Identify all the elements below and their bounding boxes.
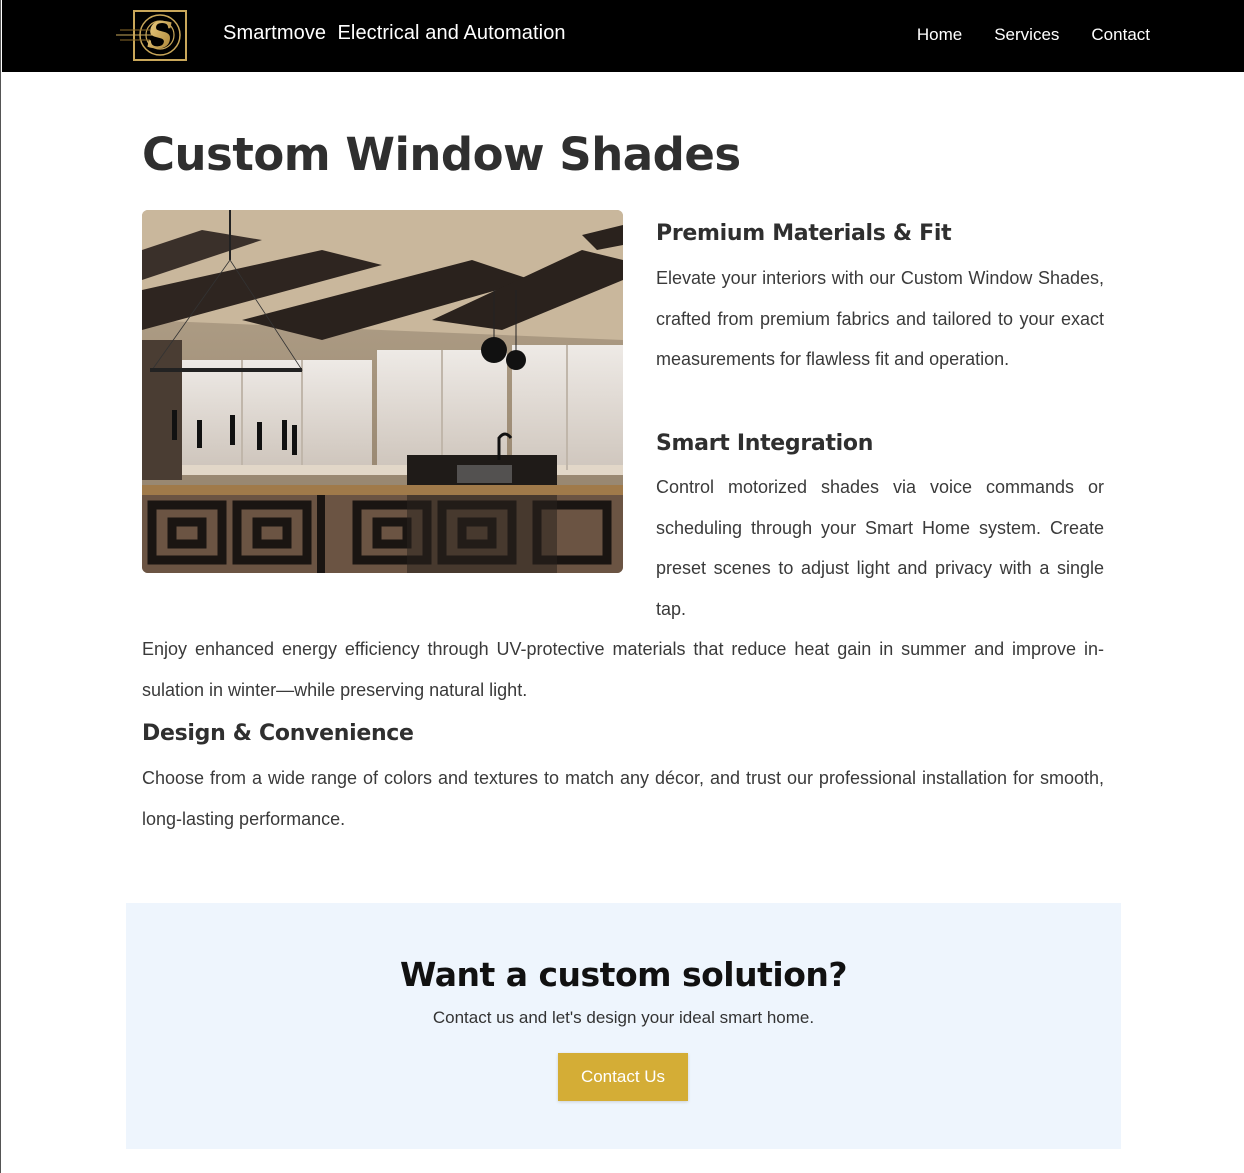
cta-subtitle: Contact us and let's design your ideal s… [432,1008,815,1027]
svg-text:S: S [147,15,173,57]
section-text-smart: Control motorized shades via voice comma… [656,477,1104,619]
section-text-design: Choose from a wide range of colors and t… [142,768,1104,829]
main-nav: Home Services Contact [917,25,1150,45]
nav-home[interactable]: Home [917,25,962,45]
nav-services[interactable]: Services [994,25,1059,45]
contact-us-button[interactable]: Contact Us [558,1053,688,1101]
section-heading-design: Design & Convenience [142,721,414,746]
cta-section: Want a custom solution? Contact us and l… [126,903,1121,1149]
energy-text: Enjoy enhanced energy efficiency through… [142,639,1104,700]
section-text-premium: Elevate your interiors with our Custom W… [656,268,1104,369]
nav-contact[interactable]: Contact [1091,25,1150,45]
section-heading-smart: Smart Integration [656,431,874,456]
page-title: Custom Window Shades [142,128,741,181]
section-heading-premium: Premium Materials & Fit [656,221,952,246]
kitchen-shades-image [142,210,623,573]
cta-title: Want a custom solution? [399,955,848,994]
brand-name: Smartmove Electrical and Automation [223,22,566,44]
smartmove-logo-icon[interactable]: S [116,8,204,63]
site-header: S Smartmove Electrical and Automation Ho… [2,0,1244,72]
